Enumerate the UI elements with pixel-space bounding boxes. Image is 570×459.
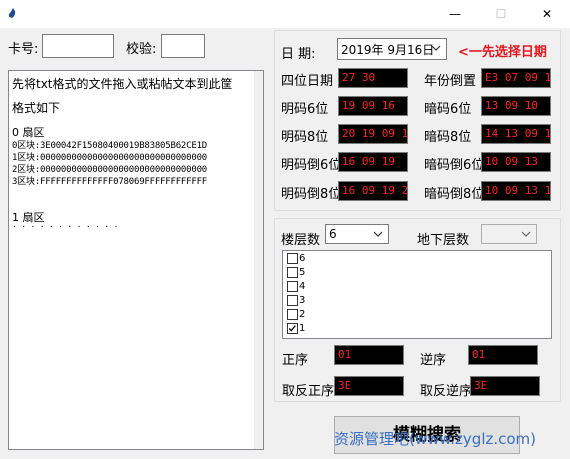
cipher-6-display: 13 09 10 bbox=[481, 96, 551, 116]
inverted-reverse-display: 3E bbox=[470, 376, 540, 396]
forward-order-label: 正序 bbox=[282, 353, 309, 368]
forward-order-display: 01 bbox=[334, 345, 404, 365]
floor-option-label: 6 bbox=[299, 253, 306, 264]
card-number-input[interactable] bbox=[42, 34, 114, 58]
cipher-8-label: 暗码8位 bbox=[424, 130, 472, 145]
date-picker[interactable]: 2019年 9月16日 bbox=[337, 38, 447, 60]
title-bar: — ☐ ✕ bbox=[0, 0, 570, 28]
plain-8-display: 20 19 09 16 bbox=[338, 124, 408, 144]
floor-option-label: 1 bbox=[299, 323, 306, 334]
reverse-order-display: 01 bbox=[468, 345, 538, 365]
check-icon bbox=[288, 325, 296, 332]
inverted-reverse-label: 取反逆序 bbox=[420, 384, 473, 399]
checkbox[interactable] bbox=[287, 295, 298, 306]
instruction-text: 先将txt格式的文件拖入或粘帖文本到此筐 bbox=[12, 77, 233, 91]
four-digit-date-label: 四位日期 bbox=[281, 74, 334, 89]
plain-reverse-8-label: 明码倒8位 bbox=[281, 187, 342, 202]
year-reversed-label: 年份倒置 bbox=[424, 74, 477, 89]
close-button[interactable]: ✕ bbox=[524, 0, 570, 28]
plain-reverse-6-display: 16 09 19 bbox=[338, 152, 408, 172]
watermark-text: 资源管理吧(www.zyglz.com) bbox=[334, 430, 537, 448]
app-icon bbox=[8, 8, 16, 18]
reverse-order-label: 逆序 bbox=[420, 353, 447, 368]
inverted-forward-label: 取反正序 bbox=[282, 384, 335, 399]
cipher-8-display: 14 13 09 10 bbox=[481, 124, 551, 144]
floor-option-label: 5 bbox=[299, 267, 306, 278]
cipher-reverse-6-label: 暗码倒6位 bbox=[424, 158, 485, 173]
floor-option-label: 2 bbox=[299, 309, 306, 320]
plain-8-label: 明码8位 bbox=[281, 130, 329, 145]
card-number-label: 卡号: bbox=[8, 42, 39, 57]
checksum-input[interactable] bbox=[161, 34, 205, 58]
checkbox[interactable] bbox=[287, 323, 298, 334]
cipher-reverse-6-display: 10 09 13 bbox=[481, 152, 551, 172]
year-reversed-display: E3 07 09 10 bbox=[481, 68, 551, 88]
cipher-6-label: 暗码6位 bbox=[424, 102, 472, 117]
data-textarea[interactable]: 先将txt格式的文件拖入或粘帖文本到此筐 格式如下 0 扇区 0区块:3E000… bbox=[8, 70, 264, 450]
underground-floors-select[interactable] bbox=[481, 224, 537, 244]
plain-reverse-6-label: 明码倒6位 bbox=[281, 158, 342, 173]
checkbox[interactable] bbox=[287, 309, 298, 320]
plain-6-display: 19 09 16 bbox=[338, 96, 408, 116]
date-label: 日 期: bbox=[281, 47, 316, 62]
plain-6-label: 明码6位 bbox=[281, 102, 329, 117]
block-3-line: 3区块:FFFFFFFFFFFFFF078069FFFFFFFFFFFF bbox=[12, 177, 208, 187]
floor-count-select[interactable]: 6 bbox=[325, 224, 389, 244]
plain-reverse-8-display: 16 09 19 20 bbox=[338, 181, 408, 201]
date-value: 2019年 9月16日 bbox=[341, 43, 435, 57]
chevron-down-icon bbox=[431, 45, 441, 51]
continuation-dots: · · · · · · · · · · · · bbox=[12, 222, 119, 231]
underground-floors-label: 地下层数 bbox=[417, 233, 470, 248]
select-date-hint: <一先选择日期 bbox=[458, 45, 547, 60]
checkbox[interactable] bbox=[287, 267, 298, 278]
cipher-reverse-8-label: 暗码倒8位 bbox=[424, 187, 485, 202]
maximize-button[interactable]: ☐ bbox=[478, 0, 524, 28]
floor-checklist: 6 5 4 3 2 1 bbox=[282, 250, 552, 339]
floor-count-value: 6 bbox=[329, 227, 337, 241]
chevron-down-icon bbox=[521, 231, 531, 237]
checkbox[interactable] bbox=[287, 253, 298, 264]
floor-count-label: 楼层数 bbox=[281, 233, 321, 248]
checksum-label: 校验: bbox=[126, 42, 157, 57]
floor-option-label: 3 bbox=[299, 295, 306, 306]
format-text: 格式如下 bbox=[12, 101, 61, 115]
inverted-forward-display: 3E bbox=[334, 376, 404, 396]
minimize-button[interactable]: — bbox=[432, 0, 478, 28]
textarea-scrollbar[interactable] bbox=[254, 71, 263, 449]
chevron-down-icon bbox=[373, 231, 383, 237]
four-digit-date-display: 27 30 bbox=[338, 68, 408, 88]
checkbox[interactable] bbox=[287, 281, 298, 292]
floor-option-label: 4 bbox=[299, 281, 306, 292]
cipher-reverse-8-display: 10 09 13 14 bbox=[481, 181, 551, 201]
